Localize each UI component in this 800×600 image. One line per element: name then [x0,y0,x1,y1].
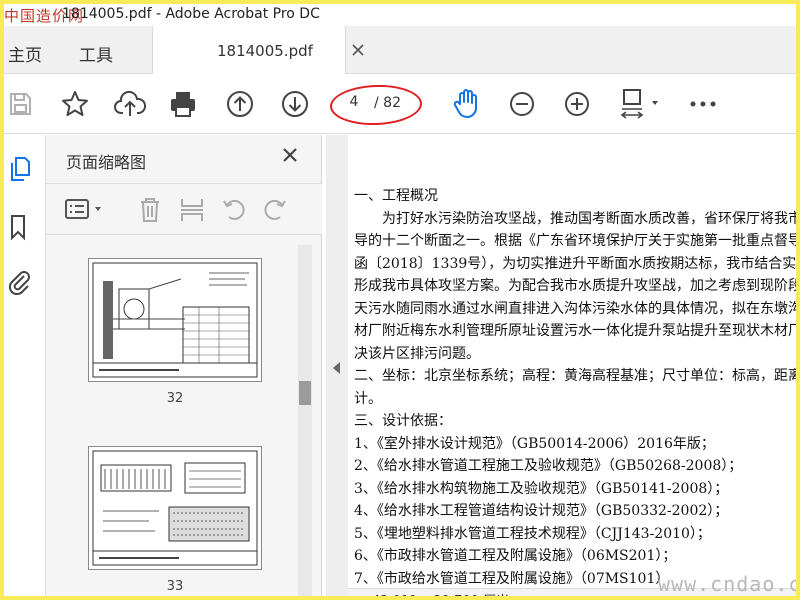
navigation-strip [4,135,46,596]
doc-line: 2、《给水排水管道工程施工及验收规范》（GB50268-2008）； [354,458,743,474]
rotate-right-icon[interactable] [262,197,288,223]
tab-document[interactable]: 1814005.pdf [152,26,364,74]
arrow-down-circle-icon [282,91,308,117]
collapse-panel-button[interactable] [326,135,348,596]
doc-line: 6、《市政排水管道工程及附属设施》（06MS201）； [354,548,677,564]
tab-document-label: 1814005.pdf [217,42,313,60]
panel-title: 页面缩略图 [66,153,147,172]
doc-line: 5、《埋地塑料排水管道工程技术规程》（CJJ143-2010）； [354,525,711,542]
previous-page-button[interactable] [224,88,256,120]
doc-line: 为打好水污染防治攻坚战，推动国考断面水质改善，省环保厅将我市升平断面 [382,210,796,227]
tab-bar: 主页 工具 1814005.pdf [4,26,796,74]
doc-line: 3、《给水排水构筑物施工及验收规范》（GB50141-2008）； [354,480,729,497]
page-thumbnail-33[interactable] [88,446,262,570]
zoom-out-button[interactable] [506,88,538,120]
doc-line: 材厂附近梅东水利管理所原址设置污水一体化提升泵站提升至现状木材厂泵站附近 [354,323,796,339]
tab-home[interactable]: 主页 [8,41,42,66]
printer-icon [171,92,195,117]
doc-line: 1、《室外排水设计规范》（GB50014-2006）2016年版； [354,435,715,452]
watermark: www.cndao.com [658,572,800,596]
bookmark-icon[interactable] [8,213,28,241]
doc-line: 函〔2018〕1339号），为切实推进升平断面水质按期达标，我市结合实际，对攻坚 [354,255,797,272]
close-tab-icon[interactable] [351,43,365,57]
extract-pages-icon[interactable] [179,196,205,224]
page-size-readout: 42.011 x 29.700 厘米 [372,590,509,596]
doc-line: 天污水随同雨水通过水闸直排进入沟体污染水体的具体情况，拟在东墩沟布设进达 [354,300,796,317]
close-panel-icon[interactable] [280,145,300,165]
thumbnail-drawing-icon [92,450,258,566]
save-icon [10,93,31,115]
window-title: 1814005.pdf - Adobe Acrobat Pro DC [62,6,320,22]
page-thumbnails-icon[interactable] [8,155,32,183]
chevron-left-icon [333,362,340,374]
thumbnail-label-32: 32 [166,391,184,406]
title-bar: 中国造价网 1814005.pdf - Adobe Acrobat Pro DC [4,4,796,26]
thumbnail-scrollbar[interactable] [298,245,312,596]
hand-icon [453,89,477,118]
fit-page-dropdown[interactable] [617,88,663,120]
screenshot-frame: 中国造价网 1814005.pdf - Adobe Acrobat Pro DC… [0,0,800,600]
doc-line: 形成我市具体攻坚方案。为配合我市水质提升攻坚战，加之考虑到现阶段龙珠水库 [354,278,796,294]
bookmark-star-button[interactable] [59,88,91,120]
save-button[interactable] [4,88,36,120]
doc-line: 二、坐标：北京坐标系统；高程：黄海高程基准；尺寸单位：标高，距离以米计， [354,368,796,384]
arrow-up-circle-icon [227,91,253,117]
star-icon [62,91,88,116]
doc-line: 决该片区排污问题。 [354,345,480,362]
doc-line: 4、《给水排水工程管道结构设计规范》（GB50332-2002）； [354,503,729,519]
thumbnail-label-33: 33 [166,579,184,594]
doc-line: 三、设计依据： [354,413,452,429]
document-view[interactable]: 一、工程概况 为打好水污染防治攻坚战，推动国考断面水质改善，省环保厅将我市升平断… [348,135,797,596]
tab-tools[interactable]: 工具 [79,41,113,66]
thumbnails-panel: 页面缩略图 32 33 [46,135,322,596]
document-text: 一、工程概况 为打好水污染防治攻坚战，推动国考断面水质改善，省环保厅将我市升平断… [354,185,797,590]
thumbnail-options-icon[interactable] [64,198,108,222]
hand-tool-button[interactable] [451,88,483,120]
more-icon [690,101,716,107]
upload-button[interactable] [114,88,146,120]
attachment-icon[interactable] [6,267,32,295]
next-page-button[interactable] [279,88,311,120]
rotate-left-icon[interactable] [221,197,247,223]
delete-page-icon[interactable] [138,196,162,224]
page-thumbnail-32[interactable] [88,258,262,382]
annotation-ellipse [329,83,423,127]
toolbar: 4 / 82 [4,74,796,134]
fit-page-icon [620,89,658,119]
zoom-in-button[interactable] [561,88,593,120]
doc-line: 计。 [354,390,382,407]
print-button[interactable] [167,88,199,120]
cloud-upload-icon [114,90,146,116]
thumbnail-toolbar [46,183,322,235]
zoom-out-icon [510,92,534,116]
thumbnail-scrollbar-thumb[interactable] [299,381,311,405]
doc-line: 导的十二个断面之一。根据《广东省环境保护厅关于实施第一批重点督导国考断面 [354,233,796,249]
more-tools-button[interactable] [687,88,719,120]
zoom-in-icon [565,92,589,116]
thumbnail-drawing-icon [92,262,258,378]
doc-line: 一、工程概况 [354,188,438,204]
